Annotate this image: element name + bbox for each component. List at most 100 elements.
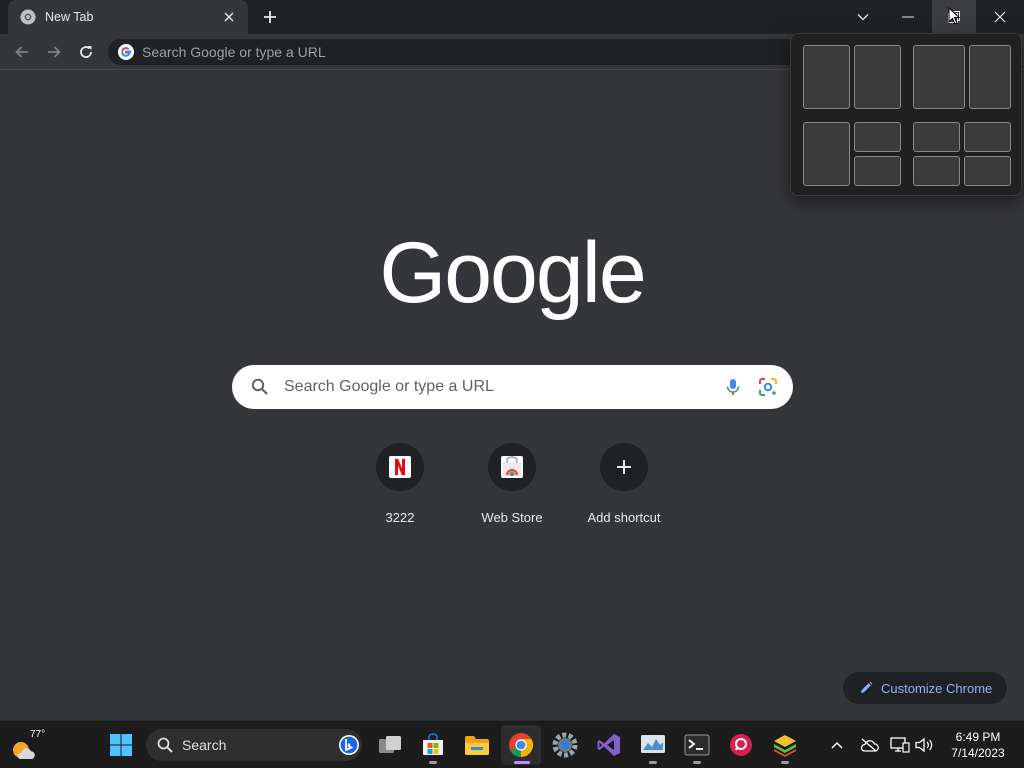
snap-zone[interactable] — [854, 122, 901, 152]
back-button[interactable] — [10, 40, 34, 64]
customize-chrome-label: Customize Chrome — [881, 680, 993, 696]
taskbar-app-resource-monitor[interactable] — [633, 725, 673, 765]
bing-icon[interactable] — [338, 734, 360, 756]
address-input[interactable] — [142, 44, 742, 60]
terminal-icon — [684, 734, 710, 756]
forward-button[interactable] — [42, 40, 66, 64]
taskbar-app-red-chat[interactable] — [721, 725, 761, 765]
snap-layout-two-halves[interactable] — [803, 45, 901, 109]
taskbar-app-google-chrome[interactable] — [501, 725, 541, 765]
resource-monitor-icon — [641, 735, 665, 753]
web-store-icon — [501, 456, 523, 478]
search-icon — [250, 377, 270, 397]
search-input[interactable] — [284, 378, 723, 396]
cloud-offline-icon — [860, 738, 879, 752]
reload-button[interactable] — [74, 40, 98, 64]
address-bar[interactable] — [108, 39, 808, 65]
shortcuts-grid: 3222 Web Store Add shortcut — [344, 439, 680, 529]
windows-logo-icon — [110, 734, 132, 756]
running-indicator — [693, 761, 701, 764]
close-window-button[interactable] — [978, 0, 1022, 34]
taskbar-app-terminal[interactable] — [677, 725, 717, 765]
snap-zone[interactable] — [854, 45, 901, 109]
show-hidden-icons-button[interactable] — [825, 733, 849, 757]
chrome-icon — [20, 9, 36, 25]
microsoft-store-icon — [423, 733, 443, 755]
snap-layout-half-and-quarters[interactable] — [803, 122, 901, 186]
speaker-icon — [915, 737, 933, 753]
svg-text:Google: Google — [379, 226, 644, 321]
windows-taskbar: 77° Search 6:49 PM 7/14/2023 — [0, 720, 1024, 768]
taskbar-search-label: Search — [182, 737, 227, 753]
snap-zone[interactable] — [964, 122, 1011, 152]
onedrive-tray-icon[interactable] — [857, 733, 881, 757]
shortcut-tile[interactable] — [488, 443, 536, 491]
volume-tray-icon[interactable] — [912, 733, 936, 757]
taskbar-app-file-explorer[interactable] — [457, 725, 497, 765]
restore-button[interactable] — [932, 0, 976, 34]
snap-layouts-flyout — [790, 33, 1022, 196]
taskbar-app-settings[interactable] — [545, 725, 585, 765]
google-lens-icon[interactable] — [757, 376, 779, 398]
start-button[interactable] — [101, 725, 141, 765]
title-bar: New Tab — [0, 0, 1024, 34]
network-tray-icon[interactable] — [888, 733, 912, 757]
weather-widget[interactable]: 77° — [8, 727, 46, 763]
google-logo: Google — [379, 226, 646, 321]
shortcut-tile[interactable] — [376, 443, 424, 491]
taskbar-app-microsoft-store[interactable] — [413, 725, 453, 765]
shortcut-label: Web Store — [481, 510, 543, 525]
minimize-button[interactable] — [886, 0, 930, 34]
task-view-icon — [379, 736, 401, 753]
taskbar-app-bluestacks[interactable] — [765, 725, 805, 765]
shortcut-label: Add shortcut — [587, 510, 661, 525]
snap-zone[interactable] — [969, 45, 1011, 109]
red-chat-app-icon — [730, 734, 752, 756]
chevron-up-icon — [831, 742, 843, 749]
partly-cloudy-icon — [13, 742, 35, 759]
file-explorer-icon — [465, 736, 489, 755]
shortcut-tile[interactable] — [600, 443, 648, 491]
shortcut-web-store[interactable]: Web Store — [456, 439, 568, 529]
snap-zone[interactable] — [913, 156, 960, 186]
new-tab-button[interactable] — [258, 6, 282, 28]
close-tab-icon[interactable] — [220, 8, 238, 26]
snap-zone[interactable] — [964, 156, 1011, 186]
active-indicator — [514, 761, 530, 764]
settings-gear-icon — [552, 732, 578, 758]
mouse-cursor-icon — [948, 7, 960, 25]
snap-layout-four-quarters[interactable] — [913, 122, 1011, 186]
netflix-icon — [389, 456, 411, 478]
shortcut-label: 3222 — [385, 510, 415, 525]
clock-time: 6:49 PM — [955, 730, 1001, 744]
snap-zone[interactable] — [913, 122, 960, 152]
bluestacks-icon — [774, 735, 796, 757]
shortcut-3222[interactable]: 3222 — [344, 439, 456, 529]
snap-zone[interactable] — [803, 122, 850, 186]
clock-date: 7/14/2023 — [951, 746, 1005, 760]
snap-layout-wide-narrow[interactable] — [913, 45, 1011, 109]
taskbar-app-visual-studio[interactable] — [589, 725, 629, 765]
search-icon — [157, 737, 173, 753]
running-indicator — [429, 761, 437, 764]
system-clock[interactable]: 6:49 PM 7/14/2023 — [942, 729, 1014, 761]
search-box[interactable] — [232, 365, 793, 409]
microphone-icon[interactable] — [723, 377, 743, 397]
tab-search-button[interactable] — [841, 0, 885, 34]
tab-title: New Tab — [45, 10, 94, 24]
snap-zone[interactable] — [854, 156, 901, 186]
weather-temperature: 77° — [30, 729, 46, 740]
pencil-icon — [861, 681, 873, 693]
snap-zone[interactable] — [913, 45, 965, 109]
taskbar-search[interactable]: Search — [146, 729, 362, 761]
network-icon — [890, 737, 910, 753]
customize-chrome-button[interactable]: Customize Chrome — [843, 672, 1007, 704]
tab-new-tab[interactable]: New Tab — [8, 0, 248, 34]
task-view-button[interactable] — [370, 725, 410, 765]
visual-studio-icon — [597, 734, 620, 756]
shortcut-add[interactable]: Add shortcut — [568, 439, 680, 529]
running-indicator — [649, 761, 657, 764]
running-indicator — [781, 761, 789, 764]
chrome-icon — [509, 733, 534, 757]
snap-zone[interactable] — [803, 45, 850, 109]
